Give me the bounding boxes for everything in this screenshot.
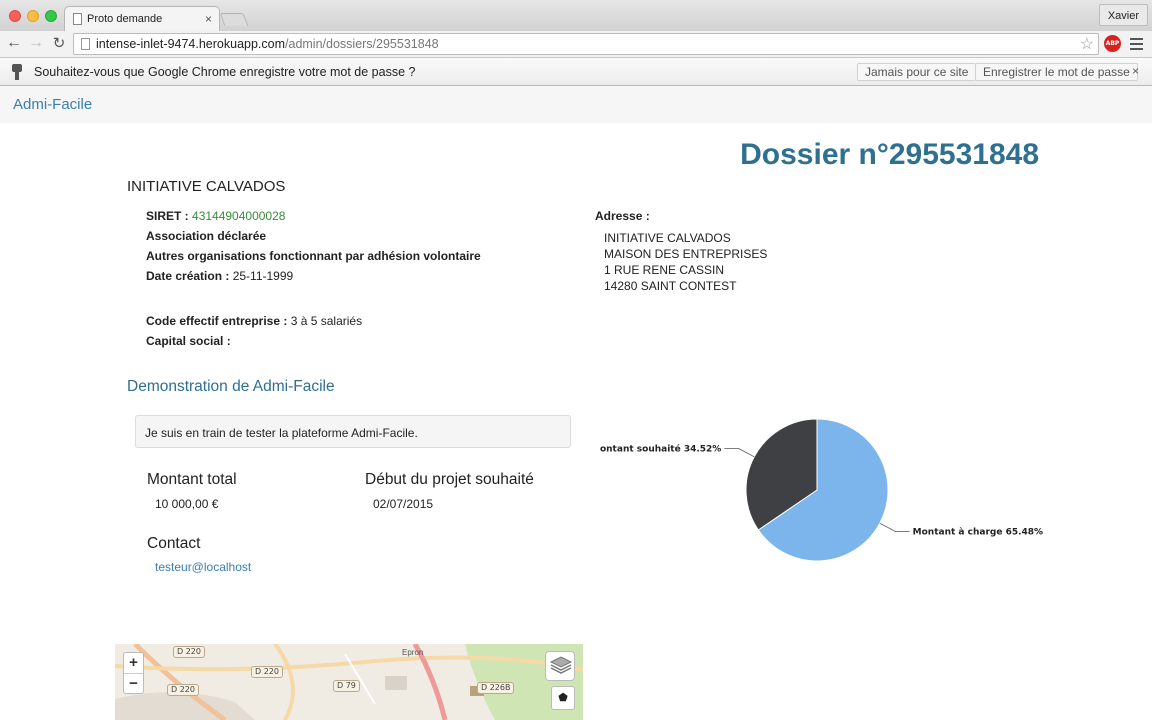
contact-email-link[interactable]: testeur@localhost — [155, 560, 251, 574]
activity: Autres organisations fonctionnant par ad… — [146, 249, 481, 263]
legal-form-text: Association déclarée — [146, 229, 267, 243]
layers-button[interactable] — [545, 651, 575, 681]
address-line: INITIATIVE CALVADOS — [604, 231, 731, 245]
pie-data-label: Montant à charge 65.48% — [913, 528, 1043, 538]
map[interactable]: + − D 220 D 220 D 220 D 79 D 226B Epron … — [115, 644, 583, 720]
zoom-control: + − — [123, 652, 144, 694]
tab-close-icon[interactable]: × — [205, 12, 212, 26]
project-description-box: Je suis en train de tester la plateforme… — [135, 415, 571, 448]
url-path: /admin/dossiers/295531848 — [285, 37, 439, 51]
creation-date-value: 25-11-1999 — [232, 269, 294, 283]
key-icon — [11, 64, 23, 80]
road-label: D 226B — [477, 682, 515, 694]
road-label: D 220 — [173, 646, 205, 658]
activity-text: Autres organisations fonctionnant par ad… — [146, 249, 481, 263]
draw-polygon-icon[interactable]: ⬟ — [551, 686, 575, 710]
pie-label-connector — [724, 448, 755, 458]
address-bar[interactable]: intense-inlet-9474.herokuapp.com/admin/d… — [73, 33, 1099, 55]
contact-label: Contact — [147, 535, 201, 552]
forward-arrow-icon[interactable]: → — [27, 34, 45, 52]
address-line: MAISON DES ENTREPRISES — [604, 247, 768, 261]
road-label: D 220 — [251, 666, 283, 678]
never-save-button[interactable]: Jamais pour ce site — [857, 63, 977, 81]
pie-data-label: Montant souhaité 34.52% — [600, 443, 721, 454]
siret-label: SIRET : — [146, 209, 189, 223]
total-amount-label: Montant total — [147, 471, 237, 488]
infobar-close-icon[interactable]: × — [1132, 64, 1139, 78]
profile-button[interactable]: Xavier — [1098, 4, 1148, 26]
layers-icon — [549, 656, 573, 674]
workforce-line: Code effectif entreprise : 3 à 5 salarié… — [146, 314, 362, 328]
workforce-label: Code effectif entreprise : — [146, 314, 288, 328]
infobar-message: Souhaitez-vous que Google Chrome enregis… — [34, 65, 416, 79]
page-icon — [81, 38, 90, 50]
bookmark-star-icon[interactable]: ☆ — [1080, 34, 1094, 54]
brand-link[interactable]: Admi-Facile — [13, 96, 92, 113]
zoom-out-button[interactable]: − — [124, 673, 143, 693]
road-label: D 220 — [167, 684, 199, 696]
address-line: 1 RUE RENE CASSIN — [604, 263, 725, 277]
address-label: Adresse : — [595, 209, 650, 223]
window-titlebar: Proto demande × Xavier — [0, 0, 1152, 31]
password-infobar: Souhaitez-vous que Google Chrome enregis… — [0, 58, 1152, 86]
town-label: Epron — [402, 648, 424, 657]
project-description: Je suis en train de tester la plateforme… — [145, 426, 418, 440]
capital-line: Capital social : — [146, 334, 231, 348]
creation-date-label: Date création : — [146, 269, 230, 283]
url-host: intense-inlet-9474.herokuapp.com — [96, 37, 286, 51]
organisation-name: INITIATIVE CALVADOS — [127, 178, 286, 195]
adblock-icon[interactable]: ABP — [1104, 35, 1121, 52]
new-tab-button[interactable] — [219, 13, 249, 26]
save-password-button[interactable]: Enregistrer le mot de passe — [975, 63, 1138, 81]
total-amount-value: 10 000,00 € — [155, 497, 219, 511]
project-title: Demonstration de Admi-Facile — [127, 378, 335, 395]
siret-line: SIRET : 43144904000028 — [146, 209, 285, 223]
funding-pie-chart: Montant à charge 65.48% Montant souhaité … — [600, 418, 1043, 562]
app-navbar: Admi-Facile — [0, 86, 1152, 123]
close-window-button[interactable] — [9, 10, 21, 22]
url-text[interactable]: intense-inlet-9474.herokuapp.com/admin/d… — [96, 37, 439, 51]
browser-toolbar: ← → ↻ intense-inlet-9474.herokuapp.com/a… — [0, 31, 1152, 58]
back-arrow-icon[interactable]: ← — [5, 34, 23, 52]
minimize-window-button[interactable] — [27, 10, 39, 22]
pie-label-connector — [879, 522, 910, 532]
capital-label: Capital social : — [146, 334, 231, 348]
workforce-value: 3 à 5 salariés — [290, 314, 363, 328]
start-date-value: 02/07/2015 — [373, 497, 434, 511]
page-icon — [73, 13, 82, 25]
page-title: Dossier n°295531848 — [740, 138, 1039, 171]
hamburger-menu-icon[interactable] — [1130, 38, 1143, 53]
start-date-label: Début du projet souhaité — [365, 471, 534, 488]
legal-form: Association déclarée — [146, 229, 266, 243]
siret-value: 43144904000028 — [192, 209, 286, 223]
tab-title: Proto demande — [87, 13, 163, 25]
address-line: 14280 SAINT CONTEST — [604, 279, 737, 293]
creation-date-line: Date création : 25-11-1999 — [146, 269, 293, 283]
zoom-in-button[interactable]: + — [124, 653, 143, 673]
browser-tab[interactable]: Proto demande × — [64, 6, 220, 31]
maximize-window-button[interactable] — [45, 10, 57, 22]
reload-icon[interactable]: ↻ — [50, 34, 68, 52]
road-label: D 79 — [333, 680, 360, 692]
